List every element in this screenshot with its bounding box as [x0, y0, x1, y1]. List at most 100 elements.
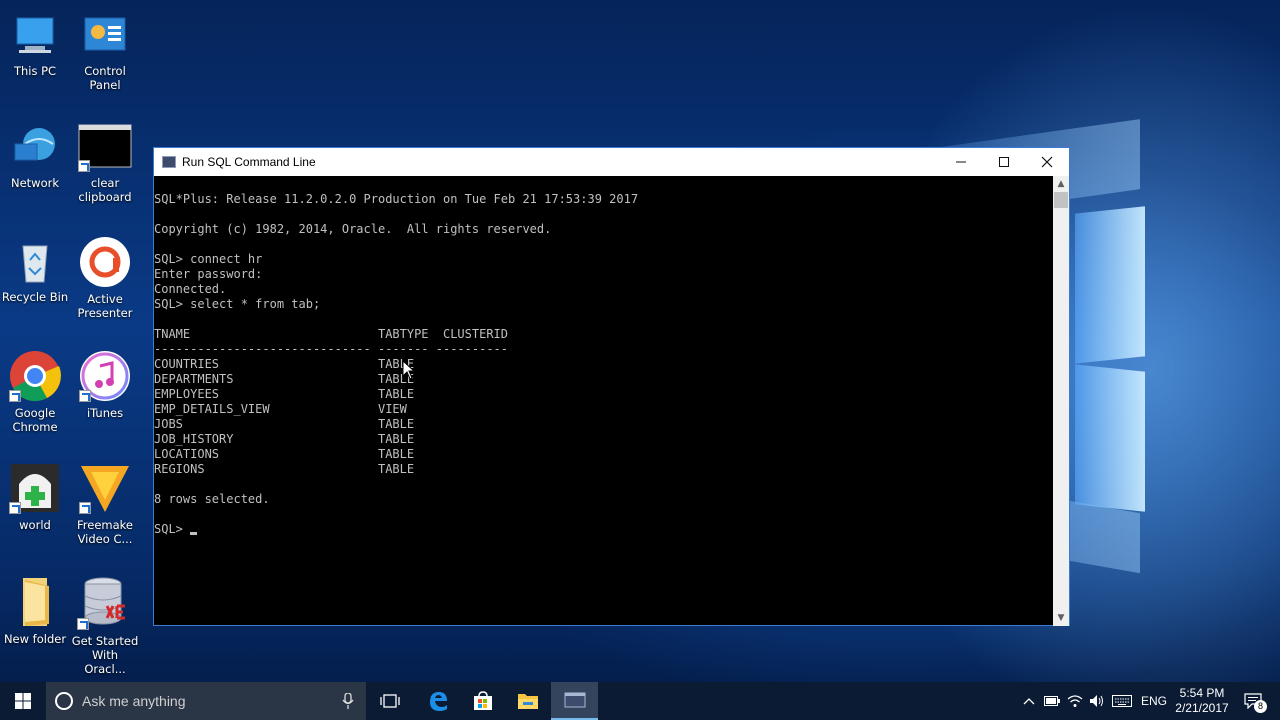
- taskbar-edge[interactable]: [416, 682, 460, 720]
- desktop-icon-google-chrome[interactable]: Google Chrome: [0, 350, 70, 434]
- chrome-icon: [9, 350, 61, 402]
- shortcut-arrow-icon: [78, 160, 90, 172]
- desktop-icon-freemake-video[interactable]: Freemake Video C...: [70, 462, 140, 546]
- battery-indicator[interactable]: [1041, 682, 1063, 720]
- desktop-icon-label: Control Panel: [84, 64, 126, 92]
- sql-prompt: SQL>: [154, 522, 191, 536]
- mouse-pointer-icon: [402, 360, 416, 380]
- desktop-icon-control-panel[interactable]: Control Panel: [70, 12, 140, 92]
- show-hidden-icons-button[interactable]: [1019, 682, 1039, 720]
- scrollbar-thumb[interactable]: [1054, 192, 1068, 208]
- rows-selected-message: 8 rows selected.: [154, 492, 270, 506]
- action-center-button[interactable]: 8: [1236, 682, 1270, 720]
- minimize-icon: [956, 161, 966, 163]
- close-button[interactable]: [1025, 148, 1069, 176]
- control-panel-icon: [81, 12, 129, 60]
- desktop-icon-itunes[interactable]: iTunes: [70, 350, 140, 420]
- windows-logo-pane: [1075, 364, 1145, 512]
- desktop-icon-active-presenter[interactable]: Active Presenter: [70, 236, 140, 320]
- result-row: REGIONS TABLE: [154, 462, 415, 476]
- taskbar-sql-command-line[interactable]: [551, 682, 598, 720]
- itunes-icon: [79, 350, 131, 402]
- desktop-icon-new-folder[interactable]: New folder: [0, 576, 70, 646]
- speaker-icon: [1090, 695, 1103, 707]
- windows-start-icon: [15, 693, 31, 709]
- console-line: SQL> select * from tab;: [154, 297, 321, 311]
- cortana-search-box[interactable]: Ask me anything: [46, 682, 366, 720]
- console-line: Enter password:: [154, 267, 263, 281]
- result-separator: ------------------------------ ------- -…: [154, 342, 509, 356]
- console-line: Copyright (c) 1982, 2014, Oracle. All ri…: [154, 222, 552, 236]
- shortcut-arrow-icon: [9, 390, 21, 402]
- result-row: EMP_DETAILS_VIEW VIEW: [154, 402, 407, 416]
- cortana-icon: [55, 692, 73, 710]
- taskbar-store[interactable]: [461, 682, 505, 720]
- desktop-icon-label: This PC: [13, 64, 57, 78]
- edge-icon: [430, 692, 447, 711]
- desktop-icon-get-started-oracle[interactable]: Get Started With Oracl...: [70, 574, 140, 676]
- file-explorer-icon: [518, 694, 538, 709]
- search-placeholder: Ask me anything: [82, 693, 186, 709]
- computer-icon: [11, 12, 59, 60]
- shortcut-arrow-icon: [79, 502, 91, 514]
- desktop-icon-world[interactable]: world: [0, 462, 70, 532]
- sql-command-line-window[interactable]: Run SQL Command Line SQL*Plus: Release 1…: [153, 147, 1070, 626]
- console-output[interactable]: SQL*Plus: Release 11.2.0.2.0 Production …: [154, 176, 1054, 626]
- console-line: SQL*Plus: Release 11.2.0.2.0 Production …: [154, 192, 639, 206]
- result-row: DEPARTMENTS TABLE: [154, 372, 415, 386]
- shortcut-arrow-icon: [77, 618, 89, 630]
- close-icon: [1041, 156, 1053, 168]
- desktop-icon-clear-clipboard[interactable]: clear clipboard: [70, 124, 140, 204]
- taskbar: Ask me anything ENG 5:54 PM 2/21/2017 8: [0, 682, 1280, 720]
- clock-date: 2/21/2017: [1175, 701, 1229, 715]
- desktop-icon-label: world: [19, 518, 51, 532]
- windows-logo-pane: [1075, 206, 1145, 364]
- desktop-icon-label: Recycle Bin: [1, 290, 69, 304]
- sql-prompt-line[interactable]: SQL>: [154, 522, 198, 537]
- network-indicator[interactable]: [1064, 682, 1086, 720]
- result-row: LOCATIONS TABLE: [154, 447, 415, 461]
- shortcut-arrow-icon: [9, 502, 21, 514]
- volume-indicator[interactable]: [1086, 682, 1108, 720]
- result-row: EMPLOYEES TABLE: [154, 387, 415, 401]
- scroll-up-arrow-icon[interactable]: ▲: [1053, 176, 1069, 192]
- desktop-icon-label: clear clipboard: [78, 176, 132, 204]
- window-titlebar[interactable]: Run SQL Command Line: [154, 148, 1069, 176]
- taskbar-file-explorer[interactable]: [506, 682, 550, 720]
- desktop-icon-recycle-bin[interactable]: Recycle Bin: [0, 238, 70, 304]
- language-label: ENG: [1140, 694, 1167, 708]
- clock-time: 5:54 PM: [1179, 686, 1225, 700]
- desktop-icon-this-pc[interactable]: This PC: [0, 12, 70, 78]
- desktop-icon-network[interactable]: Network: [0, 124, 70, 190]
- keyboard-icon: [1112, 695, 1132, 707]
- minimize-button[interactable]: [939, 148, 983, 176]
- result-header: TNAME TABTYPE CLUSTERID: [154, 327, 509, 341]
- task-view-button[interactable]: [368, 682, 412, 720]
- scroll-down-arrow-icon[interactable]: ▼: [1053, 610, 1069, 626]
- microphone-icon[interactable]: [342, 693, 354, 709]
- task-view-icon: [380, 694, 400, 708]
- window-title: Run SQL Command Line: [182, 155, 316, 169]
- touch-keyboard-button[interactable]: [1110, 682, 1134, 720]
- maximize-button[interactable]: [982, 148, 1026, 176]
- active-presenter-icon: [79, 236, 131, 288]
- console-line: SQL> connect hr: [154, 252, 263, 266]
- shortcut-arrow-icon: [79, 390, 91, 402]
- vertical-scrollbar[interactable]: ▲ ▼: [1053, 176, 1069, 626]
- desktop-icon-label: Freemake Video C...: [77, 518, 133, 546]
- oracle-database-icon: [77, 574, 133, 630]
- start-button[interactable]: [0, 682, 46, 720]
- wifi-icon: [1067, 695, 1083, 707]
- clock[interactable]: 5:54 PM 2/21/2017: [1172, 682, 1232, 720]
- language-indicator[interactable]: ENG: [1138, 682, 1170, 720]
- result-row: JOB_HISTORY TABLE: [154, 432, 415, 446]
- folder-icon: [9, 576, 61, 628]
- console-line: Connected.: [154, 282, 227, 296]
- freemake-icon: [79, 462, 131, 514]
- desktop-icon-label: Network: [10, 176, 60, 190]
- desktop-icon-label: Get Started With Oracl...: [71, 634, 139, 676]
- desktop-icon-label: New folder: [3, 632, 67, 646]
- maximize-icon: [999, 157, 1009, 167]
- chevron-up-icon: [1023, 698, 1035, 705]
- notification-count-badge: 8: [1254, 700, 1267, 713]
